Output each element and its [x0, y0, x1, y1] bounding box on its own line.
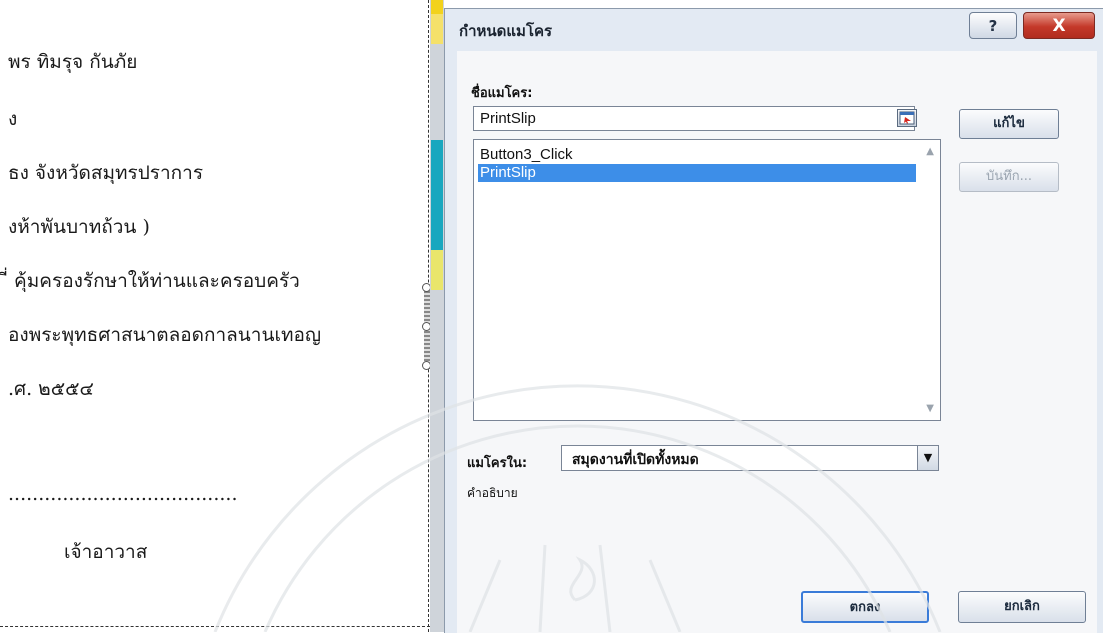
- signature-line: ......................................: [8, 483, 238, 505]
- macro-name-input[interactable]: PrintSlip: [473, 106, 915, 131]
- sheet-edge-segment: [431, 0, 443, 14]
- sheet-edge-segment: [431, 140, 443, 250]
- ok-button[interactable]: ตกลง: [801, 591, 929, 623]
- scroll-up-icon[interactable]: ▲: [926, 146, 934, 157]
- macros-in-value: สมุดงานที่เปิดทั้งหมด: [572, 452, 699, 468]
- document-border: [0, 626, 430, 627]
- macros-in-select[interactable]: สมุดงานที่เปิดทั้งหมด ▼: [561, 445, 939, 471]
- document-background: พร ทิมรุจ กันภัย ง ธง จังหวัดสมุทรปราการ…: [0, 0, 430, 632]
- scroll-down-icon[interactable]: ▼: [926, 403, 934, 414]
- macro-list[interactable]: Button3_Click PrintSlip ▲ ▼: [473, 139, 941, 421]
- dialog-titlebar[interactable]: กำหนดแมโคร ? X: [445, 9, 1103, 45]
- document-line: งห้าพันบาทถ้วน ): [8, 216, 150, 238]
- document-line: องพระพุทธศาสนาตลอดกาลนานเทอญ: [8, 324, 322, 346]
- chevron-down-icon[interactable]: ▼: [917, 446, 938, 470]
- edit-button[interactable]: แก้ไข: [959, 109, 1059, 139]
- document-line: พร ทิมรุจ กันภัย: [8, 51, 138, 73]
- dialog-title: กำหนดแมโคร: [459, 22, 553, 40]
- collapse-dialog-icon[interactable]: [897, 109, 917, 127]
- document-line: ธง จังหวัดสมุทรปราการ: [8, 162, 204, 184]
- document-line: เจ้าอาวาส: [64, 541, 148, 563]
- help-button[interactable]: ?: [969, 12, 1017, 39]
- dialog-body: ชื่อแมโคร: PrintSlip Button3_Click Print…: [457, 51, 1097, 633]
- close-button[interactable]: X: [1023, 12, 1095, 39]
- list-item-printslip[interactable]: PrintSlip: [478, 164, 916, 182]
- list-item-button3-click[interactable]: Button3_Click: [478, 146, 916, 164]
- document-line: .ศ. ๒๕๕๔: [8, 378, 94, 400]
- sheet-edge-segment: [431, 14, 443, 44]
- document-line: ง: [8, 108, 18, 130]
- document-line: ี่ คุ้มครองรักษาให้ท่านและครอบครัว: [8, 270, 300, 292]
- macro-name-label: ชื่อแมโคร:: [471, 86, 533, 101]
- sheet-edge: [430, 0, 444, 632]
- sheet-edge-segment: [431, 250, 443, 290]
- macro-dialog: กำหนดแมโคร ? X ชื่อแมโคร: PrintSlip Butt…: [444, 8, 1103, 633]
- description-label: คำอธิบาย: [467, 486, 518, 500]
- save-button[interactable]: บันทึก...: [959, 162, 1059, 192]
- cancel-button[interactable]: ยกเลิก: [958, 591, 1086, 623]
- macros-in-label: แมโครใน:: [467, 456, 528, 471]
